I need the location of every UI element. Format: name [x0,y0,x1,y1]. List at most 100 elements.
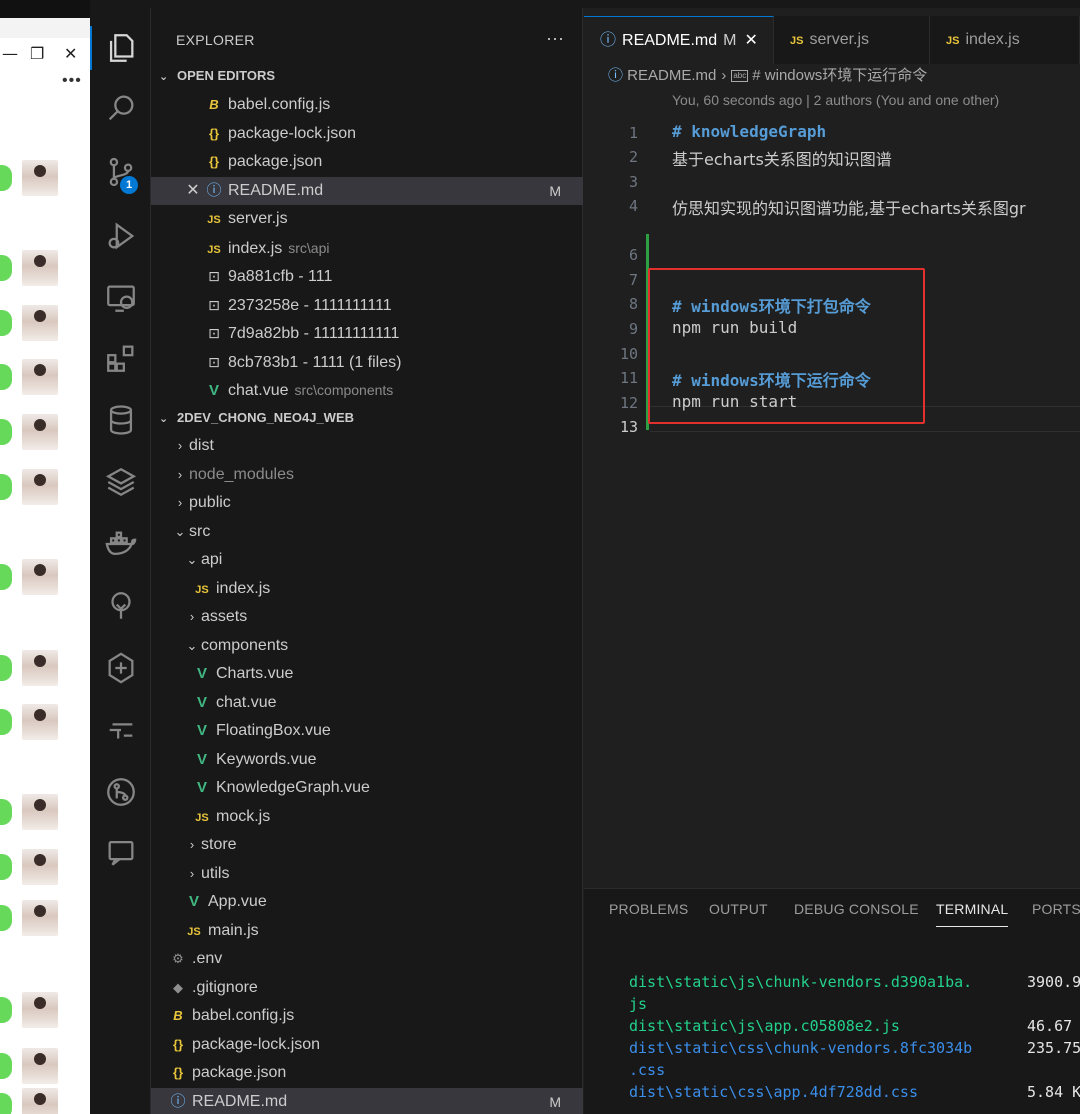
open-editor-item[interactable]: {} package-lock.json [151,120,583,148]
tree-icon[interactable] [90,578,151,634]
avatar[interactable] [22,849,58,885]
open-editors-header[interactable]: ⌄ OPEN EDITORS [151,63,583,89]
file-path: src\api [288,239,330,256]
avatar[interactable] [22,704,58,740]
file-name: public [189,494,231,511]
vscode-titlebar [90,0,1080,8]
avatar[interactable] [22,160,58,196]
tab-server-js[interactable]: JS server.js [774,16,930,64]
tree-item[interactable]: › node_modules [151,461,583,489]
avatar[interactable] [22,900,58,936]
tab-readme[interactable]: ⓘ README.md M ✕ [584,16,774,64]
run-debug-icon[interactable] [90,208,151,264]
layers-icon[interactable] [90,454,151,510]
file-name: 7d9a82bb - 11111111111 [228,325,400,342]
open-editor-item[interactable]: ⊡ 2373258e - 1111111111 [151,291,583,319]
breadcrumb-file[interactable]: ⓘ README.md [608,67,716,84]
close-icon[interactable]: ✕ [183,177,203,205]
open-editor-item[interactable]: Vchat.vue src\components [151,376,583,404]
tree-item[interactable]: › dist [151,432,583,460]
panel-tab-problems[interactable]: PROBLEMS [609,901,688,927]
tree-item[interactable]: Bbabel.config.js [151,1002,583,1030]
file-name: package.json [192,1064,287,1081]
tree-item[interactable]: ⌄ api [151,546,583,574]
open-editor-item[interactable]: Bbabel.config.js [151,91,583,119]
open-editor-item[interactable]: ⊡ 7d9a82bb - 11111111111 [151,319,583,347]
panel-tab-output[interactable]: OUTPUT [709,901,768,927]
avatar[interactable] [22,650,58,686]
js-file-icon: JS [195,811,209,824]
tree-item[interactable]: {} package-lock.json [151,1031,583,1059]
tree-item[interactable]: V Charts.vue [151,660,583,688]
open-editor-item[interactable]: ✕ ⓘ README.md M [151,176,583,205]
open-editor-item[interactable]: ⊡ 9a881cfb - 111 [151,262,583,290]
tree-item[interactable]: JS mock.js [151,803,583,831]
tree-item[interactable]: V KnowledgeGraph.vue [151,774,583,802]
code-line[interactable]: 基于echarts关系图的知识图谱 [672,146,892,170]
avatar[interactable] [22,559,58,595]
file-name: store [201,836,237,853]
tab-index-js[interactable]: JS index.js [930,16,1080,64]
tree-item[interactable]: › store [151,831,583,859]
chat-icon[interactable] [90,824,151,880]
source-control-icon[interactable]: 1 [90,144,151,200]
tree-item[interactable]: ⌄ src [151,518,583,546]
panel-tab-debug-console[interactable]: DEBUG CONSOLE [794,901,919,927]
tree-item[interactable]: V Keywords.vue [151,746,583,774]
code-line[interactable]: 仿思知实现的知识图谱功能,基于echarts关系图gr [672,195,1026,219]
avatar[interactable] [22,1088,58,1114]
deploy-icon[interactable] [90,702,151,758]
terminal-file-size: 5.84 K [1027,1083,1080,1101]
search-icon[interactable] [90,80,151,136]
database-icon[interactable] [90,392,151,448]
remote-explorer-icon[interactable] [90,270,151,326]
tree-item[interactable]: › public [151,489,583,517]
tree-item[interactable]: V FloatingBox.vue [151,717,583,745]
avatar[interactable] [22,469,58,505]
close-icon[interactable]: ✕ [64,44,77,63]
close-tab-icon[interactable]: ✕ [744,32,757,49]
git-graph-icon[interactable] [90,764,151,820]
panel-tab-ports[interactable]: PORTS [1032,901,1080,927]
info-icon: ⓘ [170,1092,186,1110]
tree-item[interactable]: › utils [151,860,583,888]
files-icon[interactable] [90,20,151,76]
code-line[interactable]: # knowledgeGraph [672,122,826,141]
avatar[interactable] [22,992,58,1028]
open-editor-item[interactable]: {} package.json [151,148,583,176]
open-editor-item[interactable]: JS server.js [151,205,583,233]
tree-item[interactable]: ⓘ README.md M [151,1087,583,1114]
docker-icon[interactable] [90,516,151,572]
open-editor-item[interactable]: JS index.js src\api [151,234,583,262]
file-name: main.js [208,921,259,939]
breadcrumb-symbol[interactable]: abc # windows环境下运行命令 [731,67,927,84]
avatar[interactable] [22,1048,58,1084]
more-icon[interactable]: ••• [62,72,82,90]
vue-file-icon: V [196,693,207,711]
tree-item[interactable]: ⚙ .env [151,945,583,973]
blame-annotation[interactable]: You, 60 seconds ago | 2 authors (You and… [672,92,999,108]
extensions-icon[interactable] [90,330,151,386]
more-actions-icon[interactable]: ··· [546,28,564,49]
tree-item[interactable]: Vchat.vue [151,689,583,717]
gitkraken-icon[interactable] [90,640,151,696]
minimize-icon[interactable]: — [2,44,18,63]
avatar[interactable] [22,250,58,286]
avatar[interactable] [22,794,58,830]
tree-item[interactable]: {} package.json [151,1059,583,1087]
restore-icon[interactable]: ❐ [30,44,44,63]
tree-item[interactable]: JS main.js [151,917,583,945]
open-editor-item[interactable]: ⊡ 8cb783b1 - 1111 (1 files) [151,348,583,376]
tree-item[interactable]: › assets [151,603,583,631]
tree-item[interactable]: ⌄ components [151,632,583,660]
tree-item[interactable]: ◆ .gitignore [151,974,583,1002]
project-header[interactable]: ⌄ 2DEV_CHONG_NEO4J_WEB [151,405,583,431]
tree-item[interactable]: JS index.js [151,575,583,603]
tree-item[interactable]: V App.vue [151,888,583,916]
avatar[interactable] [22,359,58,395]
bottom-panel: PROBLEMS OUTPUT DEBUG CONSOLE TERMINAL PORTS… [584,888,1080,1114]
avatar[interactable] [22,414,58,450]
avatar[interactable] [22,305,58,341]
terminal-file-path: dist\static\css\app.4df728dd.css [629,1083,918,1101]
panel-tab-terminal[interactable]: TERMINAL [936,901,1009,927]
